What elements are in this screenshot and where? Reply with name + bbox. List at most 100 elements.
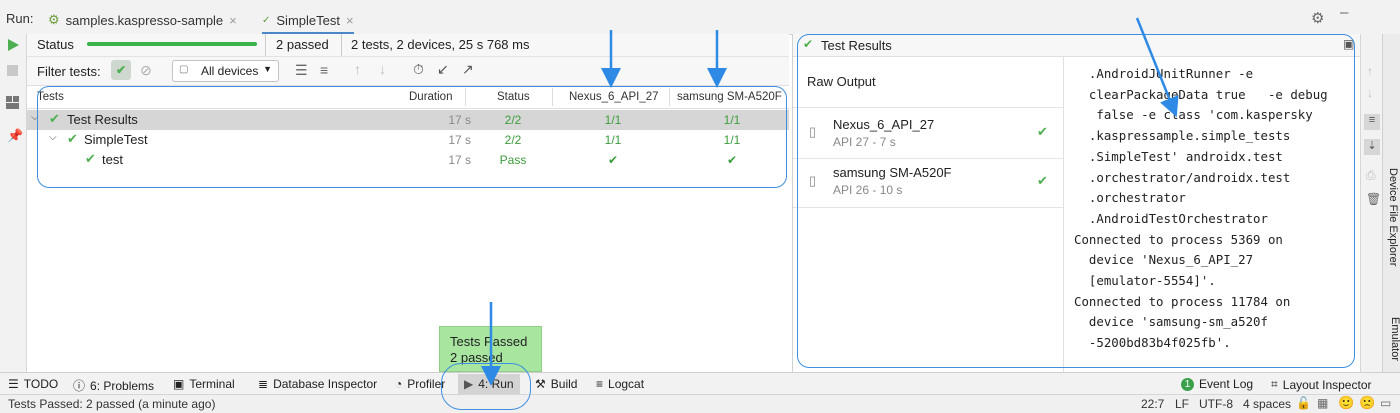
raw-output-log[interactable]: .AndroidJUnitRunner -e clearPackageData … xyxy=(1074,64,1359,354)
layout-inspector-tool[interactable]: ⌗ Layout Inspector xyxy=(1271,377,1372,392)
log-line: .AndroidTestOrchestrator xyxy=(1074,210,1268,226)
prev-failed-icon[interactable]: ↑ xyxy=(354,61,361,77)
up-icon[interactable]: ↑ xyxy=(1367,64,1373,78)
close-icon[interactable]: × xyxy=(346,13,354,28)
table-row[interactable]: ⌵ ✔ SimpleTest 17 s 2/2 1/1 1/1 xyxy=(27,130,789,150)
event-log-badge: 1 xyxy=(1181,377,1194,391)
test-icon: ✓ xyxy=(262,14,271,26)
row-dev2: 1/1 xyxy=(723,113,741,127)
run-tab-simpletest[interactable]: ✓ SimpleTest × xyxy=(262,8,354,35)
row-duration: 17 s xyxy=(448,113,471,127)
sad-face-icon[interactable]: 🙁 xyxy=(1359,395,1375,411)
caret-position[interactable]: 22:7 xyxy=(1141,397,1164,411)
chevron-down-icon: ▼ xyxy=(263,64,272,74)
pass-icon: ✔ xyxy=(67,131,78,146)
side-tool-strip: Device File Explorer Emulator xyxy=(1382,34,1400,372)
row-dev1: 1/1 xyxy=(604,113,622,127)
tool-label: 4: Run xyxy=(478,377,514,391)
status-message[interactable]: Tests Passed: 2 passed (a minute ago) xyxy=(8,397,215,411)
soft-wrap-icon[interactable]: ≡ xyxy=(1364,114,1380,130)
tool-label: 6: Problems xyxy=(90,378,155,393)
col-status[interactable]: Status xyxy=(497,91,530,103)
memory-icon[interactable]: ▦ xyxy=(1317,396,1328,410)
import-icon[interactable]: ↙ xyxy=(437,61,449,78)
emulator-tab[interactable]: Emulator xyxy=(1385,317,1400,379)
device-select-value: All devices xyxy=(201,64,259,78)
device-select[interactable]: ▢ All devices ▼ xyxy=(172,60,279,82)
indent-setting[interactable]: 4 spaces xyxy=(1243,397,1291,411)
problems-tool[interactable]: ⓘ 6: Problems xyxy=(73,377,154,394)
gear-icon[interactable]: ⚙ xyxy=(1311,9,1324,27)
filter-row: Filter tests: ✔ ⊘ ▢ All devices ▼ ☰ ≡ ↑ … xyxy=(27,57,789,86)
row-dev1: ✔ xyxy=(607,153,619,167)
print-icon[interactable]: ⎙ xyxy=(1366,168,1376,183)
scroll-to-end-icon[interactable]: ⇣ xyxy=(1364,139,1380,155)
log-line: .orchestrator/androidx.test xyxy=(1074,169,1291,185)
logcat-tool[interactable]: ≡ Logcat xyxy=(596,377,644,391)
expand-arrow-icon[interactable]: ⌵ xyxy=(31,112,39,123)
profiler-tool[interactable]: ◔ Profiler xyxy=(395,377,445,391)
tool-window-bar: ☰ TODO ⓘ 6: Problems ▣ Terminal ≣ Database I… xyxy=(0,372,1400,395)
col-duration[interactable]: Duration xyxy=(409,91,452,103)
row-name: test xyxy=(102,152,123,167)
database-icon: ≣ xyxy=(258,377,269,391)
run-tab-label: samples.kaspresso-sample xyxy=(65,12,224,28)
log-line: .kaspressample.simple_tests xyxy=(1074,128,1291,144)
pin-icon[interactable]: 📌 xyxy=(7,128,23,144)
progress-fill xyxy=(87,42,257,46)
device-item[interactable]: ▯ Nexus_6_API_27 API 27 - 7 s ✔ xyxy=(793,108,1063,158)
lock-icon[interactable]: 🔓 xyxy=(1296,396,1311,410)
table-row[interactable]: ✔ test 17 s Pass ✔ ✔ xyxy=(27,150,789,170)
history-icon[interactable]: ⏱ xyxy=(413,61,424,78)
todo-tool[interactable]: ☰ TODO xyxy=(8,377,58,391)
problems-icon: ⓘ xyxy=(73,379,86,393)
happy-face-icon[interactable]: 🙂 xyxy=(1338,395,1354,411)
row-status: Pass xyxy=(499,153,527,167)
profiler-icon: ◔ xyxy=(395,377,403,391)
run-label: Run: xyxy=(6,11,34,26)
close-icon[interactable]: × xyxy=(229,13,237,28)
stop-icon[interactable] xyxy=(7,65,18,76)
status-row: Status 2 passed 2 tests, 2 devices, 25 s… xyxy=(27,34,789,57)
file-encoding[interactable]: UTF-8 xyxy=(1199,397,1233,411)
maximize-icon[interactable]: ▣ xyxy=(1343,37,1354,51)
show-passed-toggle[interactable]: ✔ xyxy=(111,60,131,80)
tooltip-line-1: Tests Passed xyxy=(450,334,528,349)
tooltip-line-2: 2 passed xyxy=(450,350,503,365)
progress-bar xyxy=(87,42,257,46)
run-tool[interactable]: ▶ 4: Run xyxy=(458,374,520,394)
row-dev2: ✔ xyxy=(726,153,738,167)
trash-icon[interactable]: 🗑 xyxy=(1366,192,1381,206)
col-device-1[interactable]: Nexus_6_API_27 xyxy=(569,91,659,103)
col-tests[interactable]: Tests xyxy=(37,91,64,103)
build-tool[interactable]: ⚒ Build xyxy=(535,377,577,391)
next-failed-icon[interactable]: ↓ xyxy=(379,61,386,77)
terminal-tool[interactable]: ▣ Terminal xyxy=(173,377,235,391)
layout-icon[interactable] xyxy=(6,96,19,109)
down-icon[interactable]: ↓ xyxy=(1367,86,1373,100)
col-device-2[interactable]: samsung SM-A520F xyxy=(677,91,782,103)
expand-all-icon[interactable]: ☰ xyxy=(295,62,308,79)
raw-output-item[interactable]: Raw Output xyxy=(807,74,876,89)
rerun-icon[interactable] xyxy=(7,39,19,51)
android-icon: ⚙ xyxy=(48,12,60,27)
device-file-explorer-tab[interactable]: Device File Explorer xyxy=(1385,164,1399,314)
device-item[interactable]: ▯ samsung SM-A520F API 26 - 10 s ✔ xyxy=(793,159,1063,207)
expand-arrow-icon[interactable]: ⌵ xyxy=(49,132,57,143)
run-tab-bar: Run: ⚙ samples.kaspresso-sample × ✓ Simp… xyxy=(0,0,1400,35)
show-ignored-icon[interactable]: ⊘ xyxy=(137,61,155,79)
line-separator[interactable]: LF xyxy=(1175,397,1189,411)
notification-icon[interactable]: ▭ xyxy=(1380,396,1391,410)
database-inspector-tool[interactable]: ≣ Database Inspector xyxy=(258,377,377,391)
export-icon[interactable]: ↗ xyxy=(462,61,474,78)
minimize-icon[interactable]: – xyxy=(1340,4,1348,21)
device-icon: ▢ xyxy=(179,64,189,75)
pane-title: Test Results xyxy=(821,38,892,53)
test-results-pane: ✔ Test Results ▣ Raw Output ▯ Nexus_6_AP… xyxy=(792,34,1361,372)
run-tab-samples[interactable]: ⚙ samples.kaspresso-sample × xyxy=(48,8,237,32)
pass-icon: ✔ xyxy=(49,111,60,126)
collapse-all-icon[interactable]: ≡ xyxy=(320,62,328,78)
event-log-tool[interactable]: 1 Event Log xyxy=(1181,377,1253,391)
tool-label: Terminal xyxy=(189,377,235,391)
table-row[interactable]: ⌵ ✔ Test Results 17 s 2/2 1/1 1/1 xyxy=(27,110,789,130)
